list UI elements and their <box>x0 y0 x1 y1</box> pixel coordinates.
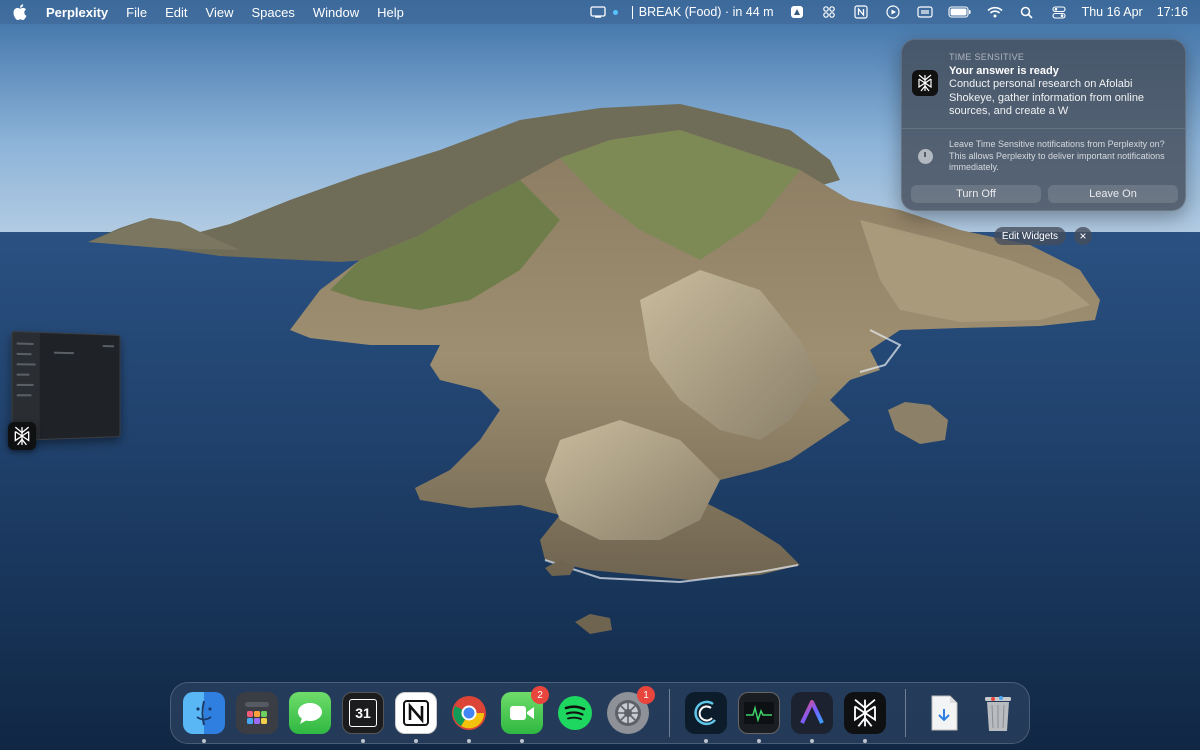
messages-icon[interactable] <box>289 692 331 734</box>
apple-menu-icon[interactable] <box>12 3 28 21</box>
turn-off-button[interactable]: Turn Off <box>911 185 1041 203</box>
grid-apps-icon[interactable] <box>820 4 838 20</box>
leave-on-button[interactable]: Leave On <box>1048 185 1178 203</box>
clock-icon <box>918 149 933 164</box>
menu-bar: Perplexity File Edit View Spaces Window … <box>0 0 1200 24</box>
screen-icon <box>589 4 607 20</box>
thumbnail-line <box>16 363 36 366</box>
notification-divider <box>902 128 1185 129</box>
wave-app-icon[interactable] <box>685 692 727 734</box>
display-icon[interactable] <box>916 4 934 20</box>
menubar-time[interactable]: 17:16 <box>1157 5 1188 19</box>
notion-icon[interactable] <box>395 692 437 734</box>
time-sensitive-notification[interactable]: TIME SENSITIVE Your answer is ready Cond… <box>901 39 1186 211</box>
running-indicator <box>520 739 524 743</box>
thumbnail-line <box>16 352 32 356</box>
notification-content[interactable]: TIME SENSITIVE Your answer is ready Cond… <box>902 40 1185 128</box>
thumbnail-line <box>102 345 114 348</box>
perplexity-dock-icon[interactable] <box>844 692 886 734</box>
thumbnail-line <box>16 394 32 397</box>
perplexity-app-icon <box>912 70 938 96</box>
battery-icon[interactable] <box>948 4 972 20</box>
settings-badge: 1 <box>637 686 655 704</box>
running-indicator <box>863 739 867 743</box>
menu-view[interactable]: View <box>206 5 234 20</box>
dock-separator <box>669 689 670 737</box>
running-indicator <box>757 739 761 743</box>
play-icon[interactable] <box>884 4 902 20</box>
dock: 31 2 1 <box>170 682 1030 744</box>
running-indicator <box>361 739 365 743</box>
spotify-icon[interactable] <box>554 692 596 734</box>
status-dot-icon <box>612 9 618 15</box>
system-settings-icon[interactable]: 1 <box>607 686 655 734</box>
calendar-day-label: 31 <box>349 699 377 727</box>
calendar-icon[interactable]: 31 <box>342 692 384 734</box>
chrome-icon[interactable] <box>448 692 490 734</box>
menu-edit[interactable]: Edit <box>165 5 187 20</box>
time-sensitive-prompt: Leave Time Sensitive notifications from … <box>949 139 1165 172</box>
thumbnail-line <box>16 342 34 346</box>
menu-help[interactable]: Help <box>377 5 404 20</box>
notification-kicker: TIME SENSITIVE <box>949 52 1025 62</box>
finder-icon[interactable] <box>183 692 225 734</box>
launchpad-icon[interactable] <box>236 692 278 734</box>
next-event-item[interactable]: BREAK (Food) · in 44 m <box>631 5 774 19</box>
thumbnail-line <box>53 351 74 355</box>
event-bar-icon <box>631 5 633 19</box>
notification-title: Your answer is ready <box>949 65 1059 77</box>
running-indicator <box>810 739 814 743</box>
drive-icon[interactable] <box>788 4 806 20</box>
facetime-icon[interactable]: 2 <box>501 686 549 734</box>
notion-menubar-icon[interactable] <box>852 4 870 20</box>
menu-spaces[interactable]: Spaces <box>251 5 294 20</box>
running-indicator <box>202 739 206 743</box>
notification-body: Conduct personal research on Afolabi Sho… <box>949 78 1145 117</box>
trash-icon[interactable] <box>977 692 1019 734</box>
running-indicator <box>467 739 471 743</box>
stage-perplexity-icon[interactable] <box>8 422 36 450</box>
control-center-icon[interactable] <box>1050 4 1068 20</box>
spotlight-search-icon[interactable] <box>1018 4 1036 20</box>
next-event-label: BREAK (Food) · in 44 m <box>638 5 774 19</box>
thumbnail-line <box>16 373 30 376</box>
active-app-menu[interactable]: Perplexity <box>46 5 108 20</box>
menubar-date[interactable]: Thu 16 Apr <box>1082 5 1143 19</box>
calendar-status-item[interactable] <box>589 4 618 20</box>
wifi-icon[interactable] <box>986 4 1004 20</box>
activity-monitor-icon[interactable] <box>738 692 780 734</box>
downloads-stack-icon[interactable] <box>923 692 965 734</box>
running-indicator <box>704 739 708 743</box>
edit-widgets-button[interactable]: Edit Widgets <box>994 227 1066 245</box>
dock-separator <box>905 689 906 737</box>
running-indicator <box>414 739 418 743</box>
thumbnail-line <box>16 383 34 386</box>
menu-window[interactable]: Window <box>313 5 359 20</box>
menu-file[interactable]: File <box>126 5 147 20</box>
a-app-icon[interactable] <box>791 692 833 734</box>
close-widgets-button[interactable]: × <box>1074 227 1092 245</box>
facetime-badge: 2 <box>531 686 549 704</box>
